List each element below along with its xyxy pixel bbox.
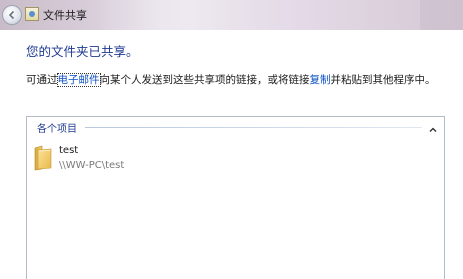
- list-item[interactable]: test \\WW-PC\test: [33, 143, 193, 183]
- desc-text-middle: 向某个人发送到这些共享项的链接，或将链接: [99, 74, 310, 86]
- desc-text-before: 可通过: [26, 74, 58, 86]
- collapse-group-button[interactable]: [428, 120, 438, 132]
- share-description: 可通过电子邮件向某个人发送到这些共享项的链接，或将链接复制并粘贴到其他程序中。: [26, 72, 436, 87]
- window-title: 文件共享: [43, 9, 87, 22]
- copy-link[interactable]: 复制: [310, 74, 331, 86]
- group-header: 各个项目: [27, 117, 444, 135]
- back-button[interactable]: [2, 5, 22, 25]
- item-name: test: [59, 145, 79, 156]
- email-link[interactable]: 电子邮件: [56, 73, 101, 87]
- item-path: \\WW-PC\test: [59, 160, 125, 171]
- file-sharing-window: 文件共享 您的文件夹已共享。 可通过电子邮件向某个人发送到这些共享项的链接，或将…: [0, 0, 463, 279]
- page-heading: 您的文件夹已共享。: [26, 44, 139, 59]
- content-area: 您的文件夹已共享。 可通过电子邮件向某个人发送到这些共享项的链接，或将链接复制并…: [0, 30, 463, 279]
- folder-icon: [34, 145, 52, 171]
- chevron-up-icon: [429, 127, 437, 132]
- shared-items-list: 各个项目 test \\WW-PC\test: [26, 116, 445, 279]
- file-sharing-app-icon: [25, 7, 39, 21]
- desc-text-after: 并粘贴到其他程序中。: [330, 74, 436, 86]
- back-arrow-icon: [8, 10, 15, 20]
- group-label: 各个项目: [37, 124, 77, 135]
- title-bar-glass: [90, 0, 420, 30]
- title-bar: 文件共享: [0, 0, 463, 30]
- group-divider: [85, 127, 422, 128]
